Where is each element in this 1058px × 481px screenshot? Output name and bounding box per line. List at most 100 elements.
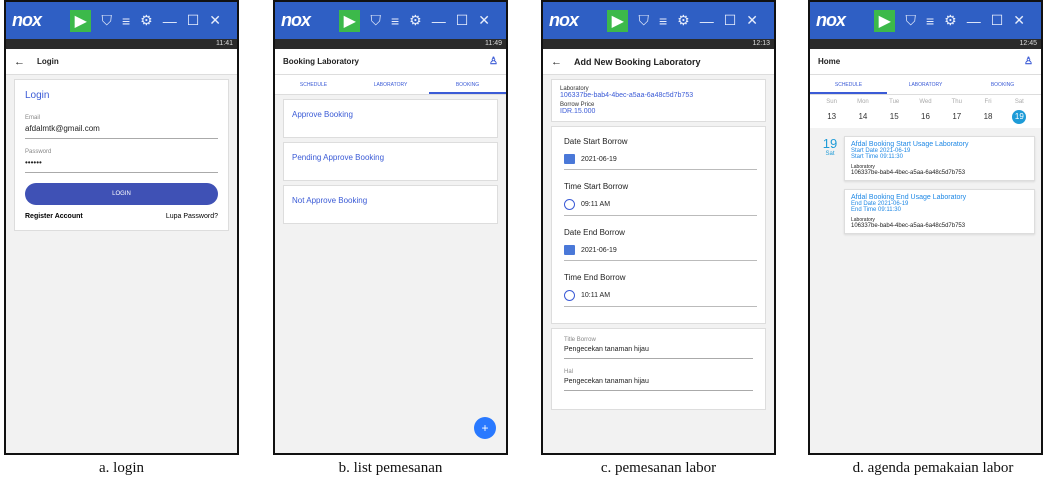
nox-logo: nox	[549, 10, 579, 30]
close-icon[interactable]: ✕	[209, 12, 221, 29]
nox-logo: nox	[816, 10, 846, 30]
tab-schedule[interactable]: SCHEDULE	[275, 75, 352, 94]
tab-schedule[interactable]: SCHEDULE	[810, 75, 887, 94]
app-bar: Home ♙	[810, 49, 1041, 75]
menu-icon[interactable]: ≡	[926, 13, 934, 29]
event-lab: 106337be-bab4-4bec-a5aa-6a48c5d7b753	[851, 170, 966, 176]
day-name: Sat	[1014, 99, 1024, 105]
nox-logo: nox	[281, 10, 311, 30]
event-lab: 106337be-bab4-4bec-a5aa-6a48c5d7b753	[851, 223, 966, 229]
back-arrow-icon[interactable]: ←	[14, 56, 25, 68]
maximize-icon[interactable]: ☐	[991, 12, 1004, 29]
tab-bar: SCHEDULE LABORATORY BOOKING	[275, 75, 506, 95]
day-tue[interactable]: Tue 15	[879, 99, 910, 124]
event-time: Start Time 09:11:30	[851, 154, 903, 160]
close-icon[interactable]: ✕	[746, 12, 758, 29]
agenda-event-card[interactable]: Afdal Booking Start Usage Laboratory Sta…	[844, 136, 1035, 181]
tab-laboratory[interactable]: LABORATORY	[887, 75, 964, 94]
emulator-toolbar: nox ▶ ⛉ ≡ ⚙ — ☐ ✕	[543, 2, 774, 39]
gear-icon[interactable]: ⚙	[140, 12, 153, 29]
app-bar: ← Login	[6, 49, 237, 75]
forgot-password-link[interactable]: Lupa Password?	[166, 213, 218, 220]
maximize-icon[interactable]: ☐	[456, 12, 469, 29]
caption-agenda: d. agenda pemakaian labor	[852, 460, 1014, 476]
day-sat[interactable]: Sat 19	[1004, 99, 1035, 124]
event-title: Afdal Booking End Usage Laboratory	[851, 194, 967, 201]
list-item[interactable]: Approve Booking	[283, 99, 498, 138]
status-time: 11:41	[216, 40, 233, 47]
day-number: 15	[889, 112, 899, 121]
user-icon[interactable]: ♙	[1024, 56, 1033, 67]
hal-field[interactable]: Pengecekan tanaman hijau	[564, 375, 753, 391]
caption-list: b. list pemesanan	[338, 460, 443, 476]
play-icon[interactable]: ▶	[874, 9, 896, 32]
list-item[interactable]: Not Approve Booking	[283, 185, 498, 224]
app-bar: ← Add New Booking Laboratory	[543, 49, 774, 75]
play-icon[interactable]: ▶	[70, 9, 92, 32]
shirt-icon[interactable]: ⛉	[905, 12, 916, 29]
shirt-icon[interactable]: ⛉	[370, 12, 381, 29]
time-end-field[interactable]: 10:11 AM	[564, 287, 757, 307]
gear-icon[interactable]: ⚙	[409, 12, 422, 29]
date-start-field[interactable]: 2021-06-19	[564, 151, 757, 170]
day-name: Thu	[951, 99, 962, 105]
play-icon[interactable]: ▶	[339, 9, 361, 32]
event-title: Afdal Booking Start Usage Laboratory	[851, 141, 969, 148]
day-number: 14	[858, 112, 868, 121]
day-number: 13	[827, 112, 837, 121]
maximize-icon[interactable]: ☐	[187, 12, 200, 29]
menu-icon[interactable]: ≡	[659, 13, 667, 29]
date-end-field[interactable]: 2021-06-19	[564, 242, 757, 261]
login-card: Login Email afdalmtk@gmail.com Password …	[14, 79, 229, 231]
back-arrow-icon[interactable]: ←	[551, 56, 562, 68]
agenda-event-card[interactable]: Afdal Booking End Usage Laboratory End D…	[844, 189, 1035, 234]
minimize-icon[interactable]: —	[700, 13, 714, 29]
tab-booking[interactable]: BOOKING	[429, 75, 506, 94]
day-wed[interactable]: Wed 16	[910, 99, 941, 124]
close-icon[interactable]: ✕	[1013, 12, 1025, 29]
login-button[interactable]: LOGIN	[25, 183, 218, 205]
add-fab-button[interactable]: +	[474, 417, 496, 439]
phone-booking: nox ▶ ⛉ ≡ ⚙ — ☐ ✕ 12:13 ← Add New Bookin…	[541, 0, 776, 455]
day-sun[interactable]: Sun 13	[816, 99, 847, 124]
day-thu[interactable]: Thu 17	[941, 99, 972, 124]
day-mon[interactable]: Mon 14	[847, 99, 878, 124]
minimize-icon[interactable]: —	[163, 13, 177, 29]
day-name: Sun	[826, 99, 837, 105]
day-fri[interactable]: Fri 18	[972, 99, 1003, 124]
shirt-icon[interactable]: ⛉	[101, 12, 112, 29]
day-name: Wed	[919, 99, 932, 105]
play-icon[interactable]: ▶	[607, 9, 629, 32]
gear-icon[interactable]: ⚙	[944, 12, 957, 29]
minimize-icon[interactable]: —	[967, 13, 981, 29]
clock-icon	[564, 290, 575, 301]
email-field[interactable]: afdalmtk@gmail.com	[25, 121, 218, 139]
app-bar: Booking Laboratory ♙	[275, 49, 506, 75]
close-icon[interactable]: ✕	[478, 12, 490, 29]
title-borrow-field[interactable]: Pengecekan tanaman hijau	[564, 343, 753, 359]
calendar-icon	[564, 245, 575, 255]
time-start-value: 09:11 AM	[581, 201, 611, 208]
page-title: Home	[818, 57, 841, 66]
shirt-icon[interactable]: ⛉	[638, 12, 649, 29]
lab-info-card: Laboratory 106337be-bab4-4bec-a5aa-6a48c…	[551, 79, 766, 122]
agenda-date-number: 19	[822, 136, 838, 151]
gear-icon[interactable]: ⚙	[677, 12, 690, 29]
menu-icon[interactable]: ≡	[391, 13, 399, 29]
user-icon[interactable]: ♙	[489, 56, 498, 67]
day-number-selected: 19	[1012, 110, 1027, 124]
password-field[interactable]: ••••••	[25, 155, 218, 173]
register-link[interactable]: Register Account	[25, 213, 83, 220]
maximize-icon[interactable]: ☐	[724, 12, 737, 29]
agenda-events: Afdal Booking Start Usage Laboratory Sta…	[844, 136, 1035, 242]
tab-laboratory[interactable]: LABORATORY	[352, 75, 429, 94]
login-links: Register Account Lupa Password?	[25, 213, 218, 220]
price-value: IDR.15.000	[560, 108, 596, 115]
list-item[interactable]: Pending Approve Booking	[283, 142, 498, 181]
tab-booking[interactable]: BOOKING	[964, 75, 1041, 94]
menu-icon[interactable]: ≡	[122, 13, 130, 29]
date-start-label: Date Start Borrow	[564, 137, 628, 146]
time-start-field[interactable]: 09:11 AM	[564, 196, 757, 216]
minimize-icon[interactable]: —	[432, 13, 446, 29]
emulator-toolbar: nox ▶ ⛉ ≡ ⚙ — ☐ ✕	[275, 2, 506, 39]
